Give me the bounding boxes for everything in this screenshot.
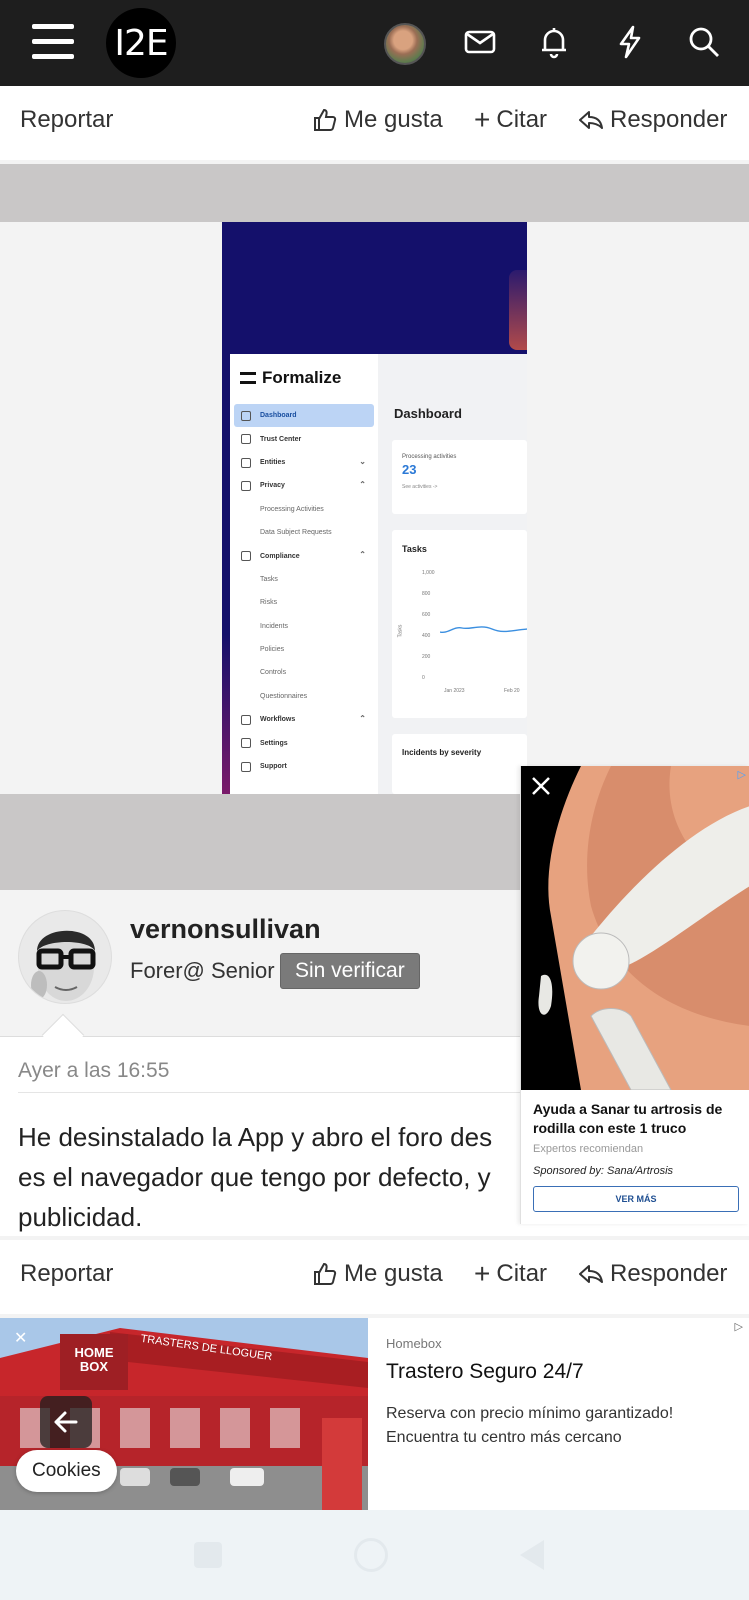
formalize-nav-item[interactable]: Privacy ⌃ [234,474,374,497]
menu-icon[interactable] [32,24,74,60]
like-label: Me gusta [344,106,443,133]
status-badge: Sin verificar [280,953,420,989]
formalize-nav-item[interactable]: Tasks [234,568,374,591]
tasks-line [440,626,527,634]
author-username[interactable]: vernonsullivan [130,914,321,945]
formalize-app: Formalize Dashboard Trust Center Entities ⌄… [230,354,527,794]
system-back-button[interactable] [520,1540,544,1570]
knee-ad-sponsor: Sponsored by: Sana/Artrosis [533,1165,674,1177]
reply-label: Responder [610,106,728,133]
search-icon[interactable] [686,24,722,60]
formalize-nav-item[interactable]: Controls [234,661,374,684]
like-button[interactable]: Me gusta [312,106,443,134]
cookies-button[interactable]: Cookies [16,1450,117,1492]
formalize-logo: Formalize [240,368,341,388]
arrow-left-icon [54,1411,78,1433]
homebox-ad-description: Reserva con precio mínimo garantizado! E… [386,1405,674,1446]
formalize-nav-item[interactable]: Support [234,755,374,778]
home-button[interactable] [354,1538,388,1572]
author-avatar[interactable] [18,910,112,1004]
quote-label: Citar [496,106,548,133]
bell-icon[interactable] [536,24,572,60]
tasks-ylabel: Tasks [397,624,404,638]
knee-ad-title[interactable]: Ayuda a Sanar tu artrosis de rodilla con… [533,1100,743,1138]
gray-separator [0,164,749,222]
ad-choices-icon[interactable]: ▷ [735,1320,743,1333]
formalize-nav-item[interactable]: Dashboard [234,404,374,428]
thumbs-up-icon [314,108,337,131]
like-button[interactable]: Me gusta [312,1260,443,1288]
attachment-area: Formalize Dashboard Trust Center Entities ⌄… [0,222,749,794]
recents-button[interactable] [194,1542,222,1568]
formalize-nav-item[interactable]: Settings [234,731,374,754]
site-logo[interactable]: I2E [106,8,176,78]
formalize-nav-item[interactable]: Incidents [234,615,374,638]
quote-label: Citar [496,1260,548,1287]
post-actions-top: Reportar Me gusta + Citar Responder [0,86,749,160]
quote-button[interactable]: + Citar [474,106,547,134]
ad-choices-icon[interactable]: ▷ [738,768,746,781]
attached-screenshot[interactable]: Formalize Dashboard Trust Center Entities ⌄… [222,222,527,794]
tasks-card: Tasks 1,000 800 600 400 200 0 Tasks Jan 2023 … [392,530,527,718]
post-actions-bottom: Reportar Me gusta + Citar Responder [0,1240,749,1314]
formalize-sidebar: Formalize Dashboard Trust Center Entities ⌄… [230,354,378,794]
formalize-nav-item[interactable]: Risks [234,591,374,614]
reply-icon [579,111,603,129]
reply-icon [579,1265,603,1283]
homebox-ad-title[interactable]: Trastero Seguro 24/7 [386,1360,584,1384]
author-role: Forer@ Senior [130,958,275,983]
plus-icon: + [474,104,491,135]
tasks-x-label-2: Feb 20 [504,688,520,694]
dashboard-title: Dashboard [394,406,462,421]
knee-ad[interactable]: ▷ Ayuda a Sanar tu artrosis de rodilla c… [520,766,749,1224]
post-date[interactable]: Ayer a las 16:55 [18,1059,169,1083]
top-bar: I2E [0,0,749,86]
formalize-nav-item[interactable]: Questionnaires [234,685,374,708]
back-button[interactable] [40,1396,92,1448]
plus-icon: + [474,1258,491,1289]
close-icon[interactable] [529,774,553,798]
user-avatar[interactable] [384,23,426,65]
reply-button[interactable]: Responder [578,1260,727,1288]
formalize-nav-item[interactable]: Entities ⌄ [234,451,374,474]
knee-ad-button[interactable]: VER MÁS [533,1186,739,1212]
tasks-axis-tick: 800 [422,591,431,597]
quote-button[interactable]: + Citar [474,1260,547,1288]
bolt-icon[interactable] [612,24,648,60]
mail-icon[interactable] [462,24,498,60]
incidents-card: Incidents by severity [392,734,527,794]
knee-ad-image[interactable]: ▷ [521,766,749,1090]
tasks-axis-tick: 400 [422,633,431,639]
formalize-nav-item[interactable]: Processing Activities [234,498,374,521]
tasks-x-label-1: Jan 2023 [444,688,465,694]
homebox-sign: HOME BOX [74,1345,114,1374]
formalize-nav-item[interactable]: Trust Center [234,427,374,450]
tasks-axis-tick: 200 [422,654,431,660]
tasks-axis-tick: 0 [422,675,425,681]
formalize-nav-item[interactable]: Workflows ⌃ [234,708,374,731]
formalize-nav-item[interactable]: Data Subject Requests [234,521,374,544]
page: I2E Reportar Me gusta + Citar Responder [0,0,749,1600]
report-link[interactable]: Reportar [20,106,113,134]
formalize-nav: Dashboard Trust Center Entities ⌄ Privacy ⌃ Pr… [234,404,374,778]
tasks-axis-tick: 1,000 [422,570,435,576]
formalize-nav-item[interactable]: Policies [234,638,374,661]
reply-label: Responder [610,1260,728,1287]
reply-button[interactable]: Responder [578,106,727,134]
processing-card: Processing activities 23 See activities … [392,440,527,514]
formalize-nav-item[interactable]: Compliance ⌃ [234,544,374,567]
thumbs-up-icon [314,1262,337,1285]
report-link[interactable]: Reportar [20,1260,113,1288]
close-icon[interactable]: ✕ [14,1328,27,1348]
processing-value: 23 [402,462,417,477]
homebox-ad-source: Homebox [386,1336,442,1351]
system-nav-bar [0,1510,749,1600]
formalize-main: Dashboard Processing activities 23 See a… [378,354,527,794]
like-label: Me gusta [344,1260,443,1287]
knee-ad-subtitle: Expertos recomiendan [533,1143,644,1155]
tasks-axis-tick: 600 [422,612,431,618]
